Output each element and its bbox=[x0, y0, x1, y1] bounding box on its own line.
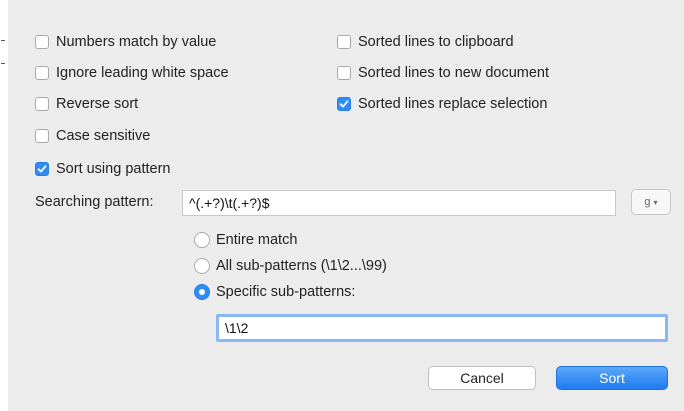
checkbox-label: Sorted lines to new document bbox=[358, 65, 550, 81]
radio-specific-sub-patterns[interactable]: Specific sub-patterns: bbox=[194, 282, 355, 302]
searching-pattern-input[interactable]: ^(.+?)\t(.+?)$ bbox=[182, 190, 616, 216]
cancel-button[interactable]: Cancel bbox=[428, 366, 536, 390]
radio-label: All sub-patterns (\1\2...\99) bbox=[216, 258, 387, 274]
sort-button-label: Sort bbox=[599, 370, 625, 386]
checkbox-numbers-match-by-value[interactable]: Numbers match by value bbox=[35, 32, 216, 52]
searching-pattern-value: ^(.+?)\t(.+?)$ bbox=[189, 195, 270, 211]
checkbox-sort-using-pattern[interactable]: Sort using pattern bbox=[35, 159, 170, 179]
radio-button[interactable] bbox=[194, 232, 210, 248]
checkbox-label: Reverse sort bbox=[56, 96, 139, 112]
cancel-button-label: Cancel bbox=[460, 370, 504, 386]
checkbox-reverse-sort[interactable]: Reverse sort bbox=[35, 94, 138, 114]
radio-label: Entire match bbox=[216, 232, 298, 248]
checkbox-box[interactable] bbox=[337, 35, 351, 49]
checkbox-label: Sort using pattern bbox=[56, 161, 171, 177]
radio-button[interactable] bbox=[194, 284, 210, 300]
checkbox-label: Ignore leading white space bbox=[56, 65, 229, 81]
checkbox-box[interactable] bbox=[35, 129, 49, 143]
radio-button[interactable] bbox=[194, 258, 210, 274]
checkbox-sorted-lines-to-clipboard[interactable]: Sorted lines to clipboard bbox=[337, 32, 514, 52]
chevron-down-icon: ▾ bbox=[653, 197, 658, 207]
checkbox-label: Sorted lines replace selection bbox=[358, 96, 548, 112]
checkbox-case-sensitive[interactable]: Case sensitive bbox=[35, 126, 150, 146]
checkbox-box[interactable] bbox=[337, 97, 351, 111]
checkbox-box[interactable] bbox=[35, 35, 49, 49]
radio-entire-match[interactable]: Entire match bbox=[194, 230, 297, 250]
radio-label: Specific sub-patterns: bbox=[216, 284, 356, 300]
pattern-options-popup-button[interactable]: g ▾ bbox=[631, 189, 671, 215]
searching-pattern-label: Searching pattern: bbox=[35, 194, 154, 210]
edge-tick bbox=[1, 63, 5, 64]
checkbox-label: Case sensitive bbox=[56, 128, 151, 144]
checkmark-icon bbox=[339, 100, 349, 108]
specific-sub-patterns-value: \1\2 bbox=[225, 320, 249, 336]
window-edge bbox=[0, 0, 8, 411]
checkbox-sorted-lines-replace-selection[interactable]: Sorted lines replace selection bbox=[337, 94, 547, 114]
checkbox-box[interactable] bbox=[35, 97, 49, 111]
checkmark-icon bbox=[37, 165, 47, 173]
checkbox-label: Numbers match by value bbox=[56, 34, 217, 50]
checkbox-label: Sorted lines to clipboard bbox=[358, 34, 514, 50]
specific-sub-patterns-input[interactable]: \1\2 bbox=[216, 314, 668, 342]
checkbox-box[interactable] bbox=[35, 162, 49, 176]
radio-all-sub-patterns[interactable]: All sub-patterns (\1\2...\99) bbox=[194, 256, 387, 276]
checkbox-sorted-lines-to-new-document[interactable]: Sorted lines to new document bbox=[337, 63, 549, 83]
radio-dot-icon bbox=[199, 289, 205, 295]
checkbox-ignore-leading-white-space[interactable]: Ignore leading white space bbox=[35, 63, 229, 83]
checkbox-box[interactable] bbox=[337, 66, 351, 80]
pattern-options-label: g bbox=[644, 196, 651, 208]
sort-button[interactable]: Sort bbox=[556, 366, 668, 390]
edge-tick bbox=[1, 40, 5, 41]
checkbox-box[interactable] bbox=[35, 66, 49, 80]
